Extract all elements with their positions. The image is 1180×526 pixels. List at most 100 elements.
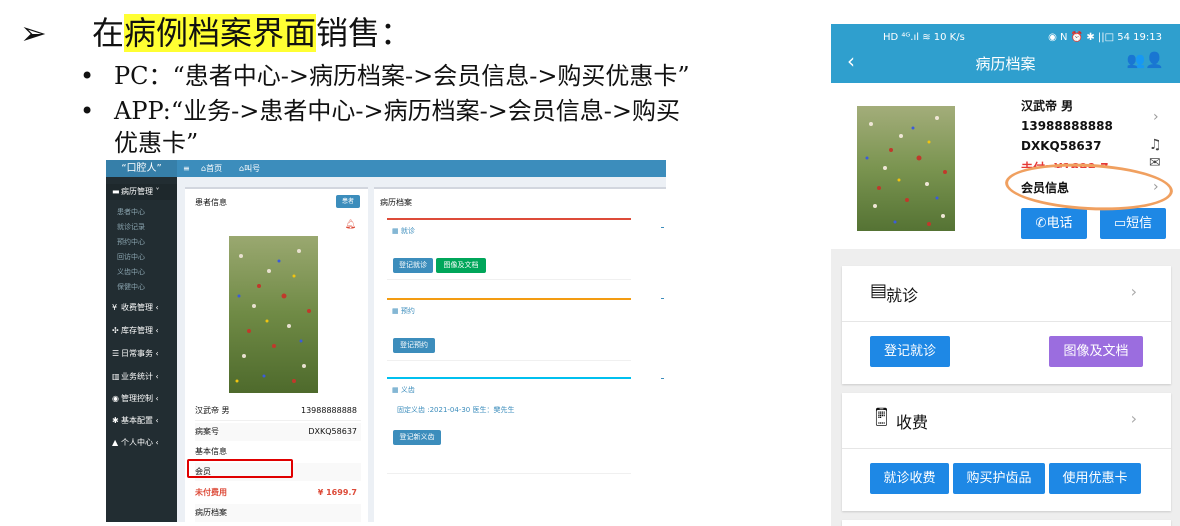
- patient-name: 汉武帝 男: [195, 406, 230, 415]
- next-panel: [842, 520, 1171, 526]
- sidebar-group-config[interactable]: ✱ 基本配置 ‹: [112, 415, 159, 426]
- chevron-right-icon[interactable]: ›: [1131, 409, 1137, 428]
- denture-section-title: ▦ 义齿: [392, 386, 415, 394]
- status-right: ◉ N ⏰ ✱ ||□ 54 19:13: [1048, 32, 1162, 43]
- records-header: 病历档案: [380, 198, 412, 207]
- call-button[interactable]: ✆电话: [1021, 208, 1087, 239]
- gear-icon: ✱: [112, 416, 119, 425]
- phone-screenshot: HD ⁴ᴳ.ıl ≋ 10 K/s ◉ N ⏰ ✱ ||□ 54 19:13 ‹…: [831, 24, 1180, 526]
- status-bar: HD ⁴ᴳ.ıl ≋ 10 K/s ◉ N ⏰ ✱ ||□ 54 19:13: [831, 32, 1180, 48]
- bullet-app-text-line2: 优惠卡”: [114, 129, 199, 157]
- calendar-icon: ▦: [392, 227, 399, 235]
- sidebar-item-followup[interactable]: 回访中心: [117, 252, 145, 262]
- fee-panel: 📱︎ 收费 › 就诊收费 购买护齿品 使用优惠卡: [842, 393, 1171, 511]
- fee-title: 收费: [896, 413, 929, 432]
- users-icon[interactable]: 👥👤: [1127, 51, 1164, 69]
- sms-button[interactable]: ▭短信: [1100, 208, 1166, 239]
- sidebar-group-control[interactable]: ◉ 管理控制 ‹: [112, 393, 159, 404]
- phone-icon: ✆: [1035, 216, 1047, 231]
- sidebar: ▬病历管理 ˅ 患者中心 就诊记录 预约中心 回访中心 义齿中心 保健中心 ¥ 收…: [106, 177, 177, 522]
- nav-call-label: 叫号: [244, 164, 261, 173]
- sidebar-group-stats[interactable]: ▥业务统计 ‹: [112, 371, 159, 382]
- register-visit-button[interactable]: 登记就诊: [393, 258, 433, 273]
- title-prefix: 在: [92, 14, 125, 52]
- sidebar-group-fees[interactable]: ¥ 收费管理 ‹: [112, 302, 159, 313]
- top-bar: ≡ ⌂首页 ⌂叫号: [177, 160, 666, 177]
- member-highlight-box: [187, 459, 293, 478]
- status-left: HD ⁴ᴳ.ıl ≋ 10 K/s: [883, 32, 965, 43]
- phone-nav: ‹ 病历档案 👥👤: [831, 49, 1180, 75]
- visit-title: 就诊: [886, 286, 919, 305]
- denture-record-link[interactable]: 固定义齿 :2021-04-30 医生：樊先生: [397, 405, 515, 415]
- history-row[interactable]: 病历档案: [195, 504, 361, 522]
- register-visit-button[interactable]: 登记就诊: [870, 336, 950, 367]
- bell-icon[interactable]: ♫: [1149, 137, 1162, 153]
- list-icon: ☰: [112, 349, 120, 358]
- user-icon: ▲: [112, 438, 119, 447]
- visit-panel: ▤ 就诊 › 登记就诊 图像及文档: [842, 266, 1171, 384]
- yen-icon: ¥: [112, 303, 118, 312]
- images-docs-button[interactable]: 图像及文档: [1049, 336, 1143, 367]
- phone-header: HD ⁴ᴳ.ıl ≋ 10 K/s ◉ N ⏰ ✱ ||□ 54 19:13 ‹…: [831, 24, 1180, 83]
- sidebar-item-appointments[interactable]: 预约中心: [117, 237, 145, 247]
- pc-screenshot: “口腔人” ≡ ⌂首页 ⌂叫号 ▬病历管理 ˅ 患者中心 就诊记录 预约中心 回…: [106, 160, 666, 522]
- nav-home-label: 首页: [206, 164, 223, 173]
- buy-dental-care-button[interactable]: 购买护齿品: [953, 463, 1045, 494]
- chevron-right-icon[interactable]: ›: [1131, 282, 1137, 301]
- calendar-icon: ▦: [392, 307, 399, 315]
- record-number: DXKQ58637: [1021, 139, 1102, 153]
- arrow-bullet-icon: ➢: [20, 14, 47, 52]
- bar-chart-icon: ▥: [112, 372, 120, 381]
- patient-photo: [229, 236, 318, 393]
- use-discount-card-button[interactable]: 使用优惠卡: [1049, 463, 1141, 494]
- unpaid-row: 未付费用 ¥ 1699.7: [195, 484, 361, 502]
- patient-name-row: 汉武帝 男 13988888888: [195, 402, 361, 421]
- patient-phone: 13988888888: [1021, 119, 1113, 133]
- appointment-section: ▦ 预约 登记预约: [387, 298, 631, 378]
- bullet-app-text-line1: APP:“业务->患者中心->病历档案->会员信息->购买: [114, 97, 681, 125]
- calendar-icon: ▦: [392, 386, 399, 394]
- sidebar-item-denture[interactable]: 义齿中心: [117, 267, 145, 277]
- denture-section: ▦ 义齿 固定义齿 :2021-04-30 医生：樊先生 登记新义齿: [387, 377, 631, 474]
- app-logo: “口腔人”: [106, 160, 177, 177]
- mobile-payment-icon: 📱︎: [870, 407, 893, 428]
- nav-call[interactable]: ⌂叫号: [239, 160, 260, 177]
- sidebar-item-care[interactable]: 保健中心: [117, 282, 145, 292]
- sidebar-group-records[interactable]: ▬病历管理 ˅: [106, 184, 177, 200]
- visit-section: ▦ 就诊 登记就诊 图像及文档: [387, 218, 631, 298]
- nav-home[interactable]: ⌂首页: [201, 160, 222, 177]
- sidebar-item-visit-records[interactable]: 就诊记录: [117, 222, 145, 232]
- bell-icon[interactable]: 🔔︎: [345, 220, 356, 230]
- message-icon: ▭: [1113, 216, 1127, 231]
- unpaid-value: ¥ 1699.7: [317, 488, 357, 497]
- unpaid-label: 未付费用: [195, 488, 227, 497]
- document-icon: ▤: [870, 280, 888, 301]
- chevron-right-icon[interactable]: ›: [1153, 109, 1159, 125]
- patient-info-header: 患者信息: [195, 198, 227, 207]
- patient-button[interactable]: 患者: [336, 195, 360, 208]
- record-label: 病案号: [195, 427, 219, 436]
- title-suffix: 销售：: [316, 14, 413, 52]
- visit-charge-button[interactable]: 就诊收费: [870, 463, 949, 494]
- visit-section-title: ▦ 就诊: [392, 227, 415, 235]
- bullet-pc-text: PC：“患者中心->病历档案->会员信息->购买优惠卡”: [114, 62, 690, 90]
- sidebar-item-patient-center[interactable]: 患者中心: [117, 207, 145, 217]
- patient-name: 汉武帝 男: [1021, 99, 1074, 113]
- sidebar-group-personal[interactable]: ▲ 个人中心 ‹: [112, 437, 159, 448]
- images-docs-button[interactable]: 图像及文档: [436, 258, 486, 273]
- register-appointment-button[interactable]: 登记预约: [393, 338, 435, 353]
- title-highlight: 病例档案界面: [124, 14, 317, 52]
- patient-phone: 13988888888: [301, 406, 357, 415]
- bed-icon: ▬: [112, 187, 120, 196]
- register-denture-button[interactable]: 登记新义齿: [393, 430, 441, 445]
- chat-icon[interactable]: ✉: [1149, 155, 1161, 171]
- bullet-dot: •: [80, 97, 95, 125]
- record-number: DXKQ58637: [308, 427, 357, 436]
- sidebar-group-inventory[interactable]: ✣ 库存管理 ‹: [112, 325, 159, 336]
- menu-toggle-icon[interactable]: ≡: [183, 160, 190, 177]
- sidebar-group-daily[interactable]: ☰ 日常事务 ‹: [112, 348, 159, 359]
- bullet-dot: •: [80, 62, 95, 90]
- patient-photo: [857, 106, 955, 231]
- record-row: 病案号 DXKQ58637: [195, 423, 361, 441]
- patient-card: 汉武帝 男 13988888888 DXKQ58637 未付: ¥1699.7 …: [831, 83, 1180, 249]
